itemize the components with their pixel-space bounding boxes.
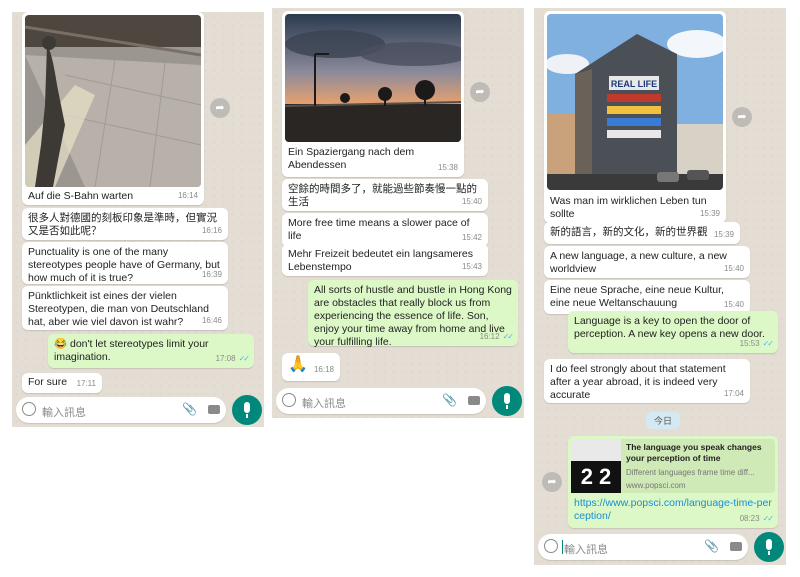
read-ticks-icon: ✓✓ (238, 354, 250, 363)
message-bubble[interactable]: 空餘的時間多了，就能過些節奏慢一點的生活 15:40 (282, 179, 488, 211)
image-message[interactable]: Auf die S-Bahn warten 16:14 (22, 12, 204, 205)
link-thumbnail-text: 2 2 (571, 461, 621, 493)
message-bubble[interactable]: 很多人對德國的刻板印象是準時，但實況又是否如此呢？ 16:16 (22, 208, 228, 240)
message-time: 17:08 ✓✓ (215, 354, 251, 363)
message-input-bar[interactable]: 輸入訊息 📎 (538, 534, 748, 560)
message-text: A new language, a new culture, a new wor… (550, 250, 727, 275)
message-bubble[interactable]: I do feel strongly about that statement … (544, 359, 750, 403)
mic-button[interactable] (232, 395, 262, 425)
message-bubble[interactable]: Eine neue Sprache, eine neue Kultur, ein… (544, 280, 750, 314)
emoji-icon[interactable] (22, 402, 36, 416)
message-text: Eine neue Sprache, eine neue Kultur, ein… (550, 284, 724, 309)
message-bubble[interactable]: More free time means a slower pace of li… (282, 213, 488, 247)
message-time: 16:46 (201, 316, 222, 325)
link-preview-message[interactable]: 2 2 The language you speak changes your … (568, 436, 778, 528)
message-input[interactable]: 輸入訊息 (42, 404, 86, 420)
message-time: 15:39 (713, 230, 734, 239)
message-bubble[interactable]: Language is a key to open the door of pe… (568, 311, 778, 353)
read-ticks-icon: ✓✓ (502, 332, 514, 341)
message-input-bar[interactable]: 輸入訊息 📎 (276, 388, 486, 414)
share-forward-icon[interactable]: ➦ (210, 98, 230, 118)
emoji-icon[interactable] (544, 539, 558, 553)
message-input[interactable]: 輸入訊息 (564, 541, 608, 557)
message-time: 15:43 (461, 262, 482, 271)
message-time: 16:18 (313, 365, 334, 374)
attach-icon[interactable]: 📎 (182, 402, 197, 416)
message-text: 新的語言，新的文化，新的世界觀 (550, 226, 708, 238)
share-forward-icon[interactable]: ➦ (542, 472, 562, 492)
mic-icon (766, 539, 772, 550)
chat-panel-2: Ein Spaziergang nach dem Abendessen 15:3… (272, 8, 524, 418)
camera-icon[interactable] (730, 542, 742, 551)
message-text: Language is a key to open the door of pe… (574, 315, 765, 340)
read-ticks-icon: ✓✓ (762, 339, 774, 348)
image-message[interactable]: REAL LIFE Was man im wirklichen Leben tu… (544, 11, 726, 223)
message-input-bar[interactable]: 輸入訊息 📎 (16, 397, 226, 423)
message-time: 16:14 (177, 191, 198, 200)
photo-evening-walk[interactable] (285, 14, 461, 142)
message-text: 😂 don't let stereotypes limit your imagi… (54, 338, 209, 363)
message-time: 15:38 (437, 163, 458, 172)
message-bubble[interactable]: For sure 17:11 (22, 373, 102, 393)
message-text: 🙏 (288, 356, 308, 373)
photo-caption: Auf die S-Bahn warten (28, 190, 134, 202)
message-text: Pünktlichkeit ist eines der vielen Stere… (28, 290, 209, 328)
message-time: 16:12 ✓✓ (479, 332, 515, 341)
date-divider: 今日 (646, 412, 681, 429)
message-text: 空餘的時間多了，就能過些節奏慢一點的生活 (288, 183, 477, 208)
message-time: 08:23 ✓✓ (739, 514, 775, 523)
message-bubble[interactable]: 新的語言，新的文化，新的世界觀 15:39 (544, 222, 740, 244)
link-title: The language you speak changes your perc… (626, 442, 762, 463)
image-message[interactable]: Ein Spaziergang nach dem Abendessen 15:3… (282, 11, 464, 177)
share-forward-icon[interactable]: ➦ (470, 82, 490, 102)
message-text: I do feel strongly about that statement … (550, 363, 726, 401)
message-time: 15:42 (461, 233, 482, 242)
link-preview-card[interactable]: 2 2 The language you speak changes your … (571, 439, 775, 493)
message-input[interactable]: 輸入訊息 (302, 395, 346, 411)
link-domain: www.popsci.com (626, 481, 686, 490)
photo-sign-text: REAL LIFE (611, 79, 657, 89)
message-text: Mehr Freizeit bedeutet ein langsameres L… (288, 248, 474, 273)
message-time: 15:53 ✓✓ (739, 339, 775, 348)
link-thumbnail: 2 2 (571, 439, 621, 493)
message-bubble[interactable]: Punctuality is one of the many stereotyp… (22, 242, 228, 284)
message-time: 17:11 (76, 379, 96, 388)
message-time: 15:40 (461, 197, 482, 206)
mic-button[interactable] (754, 532, 784, 562)
message-time: 16:39 (201, 270, 222, 279)
chat-panel-3: REAL LIFE Was man im wirklichen Leben tu… (534, 8, 786, 565)
emoji-icon[interactable] (282, 393, 296, 407)
photo-platform-shadow[interactable] (25, 15, 201, 187)
chat-panel-1: Auf die S-Bahn warten 16:14 ➦ 很多人對德國的刻板印… (12, 12, 264, 427)
photo-caption: Was man im wirklichen Leben tun sollte (550, 195, 707, 220)
message-bubble[interactable]: All sorts of hustle and bustle in Hong K… (308, 280, 518, 348)
message-bubble[interactable]: Mehr Freizeit bedeutet ein langsameres L… (282, 244, 488, 276)
message-bubble[interactable]: Pünktlichkeit ist eines der vielen Stere… (22, 286, 228, 330)
camera-icon[interactable] (468, 396, 480, 405)
mic-button[interactable] (492, 386, 522, 416)
link-description: Different languages frame time diff... (626, 468, 755, 477)
message-bubble[interactable]: 🙏 16:18 (282, 353, 340, 381)
message-text: More free time means a slower pace of li… (288, 217, 470, 242)
message-time: 16:16 (201, 226, 222, 235)
message-bubble[interactable]: A new language, a new culture, a new wor… (544, 246, 750, 278)
message-bubble[interactable]: 😂 don't let stereotypes limit your imagi… (48, 334, 254, 368)
message-time: 15:39 (699, 209, 720, 218)
attach-icon[interactable]: 📎 (704, 539, 719, 553)
read-ticks-icon: ✓✓ (762, 514, 774, 523)
message-time: 15:40 (723, 264, 744, 273)
photo-real-life-building[interactable]: REAL LIFE (547, 14, 723, 190)
message-text: Punctuality is one of the many stereotyp… (28, 246, 220, 284)
message-time: 17:04 (723, 389, 744, 398)
message-text: 很多人對德國的刻板印象是準時，但實況又是否如此呢？ (28, 212, 217, 237)
share-forward-icon[interactable]: ➦ (732, 107, 752, 127)
mic-icon (504, 393, 510, 404)
mic-icon (244, 402, 250, 413)
attach-icon[interactable]: 📎 (442, 393, 457, 407)
camera-icon[interactable] (208, 405, 220, 414)
message-time: 15:40 (723, 300, 744, 309)
message-text: For sure (28, 376, 68, 388)
photo-caption: Ein Spaziergang nach dem Abendessen (288, 146, 415, 171)
